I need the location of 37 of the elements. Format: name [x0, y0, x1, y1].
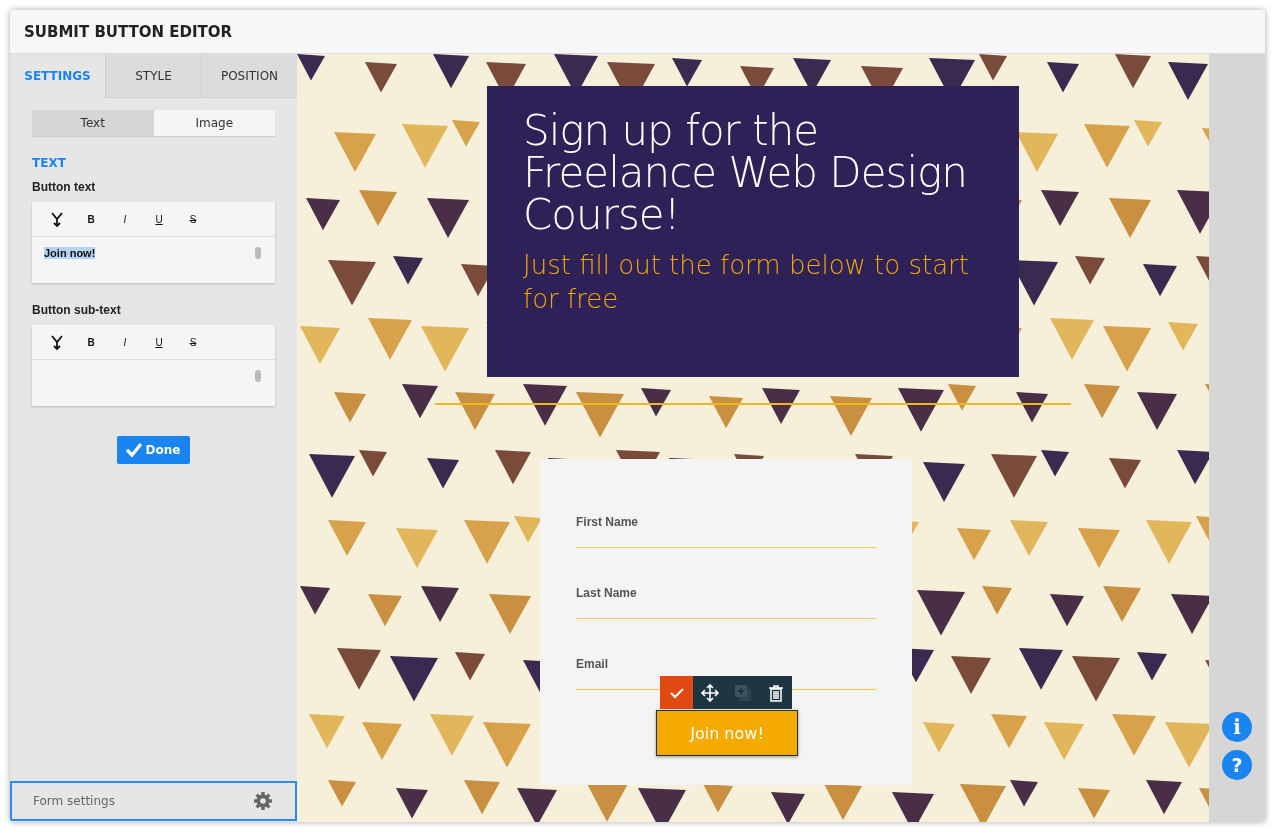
window-title: SUBMIT BUTTON EDITOR — [24, 22, 233, 41]
resize-handle-icon[interactable] — [253, 247, 263, 259]
segment-button[interactable]: Text — [32, 110, 154, 136]
help-button[interactable]: ? — [1222, 750, 1252, 780]
tab[interactable]: STYLE — [105, 54, 201, 98]
form-settings-bar[interactable]: Form settings — [10, 781, 297, 821]
field-label: First Name — [576, 515, 639, 529]
rich-text-editor[interactable]: B I U S Join now! — [32, 202, 275, 283]
section-heading: TEXT — [32, 156, 67, 170]
headline-title: Sign up for the Freelance Web Design Course! — [523, 110, 968, 236]
underline-button[interactable]: U — [142, 332, 176, 352]
duplicate-icon — [732, 682, 753, 703]
segment-button[interactable]: Image — [153, 110, 275, 136]
done-button[interactable]: Done — [116, 436, 191, 464]
form-field[interactable]: Last Name — [576, 586, 876, 619]
check-icon — [124, 442, 143, 458]
field-label: Last Name — [576, 586, 637, 600]
italic-button[interactable]: I — [108, 209, 142, 229]
field-label: Button text — [32, 180, 97, 194]
move-icon — [699, 682, 720, 703]
form-settings-label: Form settings — [33, 794, 115, 808]
form-field[interactable]: First Name — [576, 515, 876, 548]
underline-button[interactable]: U — [142, 209, 176, 229]
info-button[interactable]: i — [1222, 712, 1252, 742]
strike-button[interactable]: S — [176, 209, 210, 229]
rich-text-editor[interactable]: B I U S — [32, 325, 275, 406]
italic-button[interactable]: I — [108, 332, 142, 352]
resize-handle-icon[interactable] — [253, 370, 263, 382]
tab[interactable]: POSITION — [201, 54, 297, 98]
strike-button[interactable]: S — [176, 332, 210, 352]
bold-button[interactable]: B — [74, 332, 108, 352]
headline-subtitle: Just fill out the form below to start for free — [523, 249, 970, 316]
settings-icon[interactable] — [253, 791, 273, 811]
field-label: Button sub-text — [32, 303, 122, 317]
button-text-value: Join now! — [44, 247, 96, 259]
bold-button[interactable]: B — [74, 209, 108, 229]
field-label: Email — [576, 657, 608, 671]
